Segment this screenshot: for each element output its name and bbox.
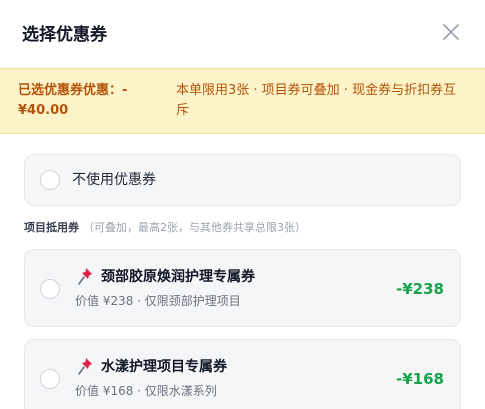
modal-header: 选择优惠券 <box>0 0 485 64</box>
no-coupon-option[interactable]: 不使用优惠券 <box>24 154 461 206</box>
coupon-list: 不使用优惠券 项目抵用券 （可叠加，最高2张，与其他券共享总限3张） 颈部胶原焕润… <box>0 135 485 409</box>
coupon-radio[interactable] <box>40 369 60 389</box>
section-title: 项目抵用券 <box>24 221 79 234</box>
coupon-amount: -¥168 <box>396 370 444 388</box>
coupon-card[interactable]: 水漾护理项目专属券 价值 ¥168 · 仅限水漾系列 -¥168 <box>24 339 461 409</box>
coupon-card[interactable]: 颈部胶原焕润护理专属券 价值 ¥238 · 仅限颈部护理项目 -¥238 <box>24 249 461 327</box>
coupon-amount: -¥238 <box>396 280 444 298</box>
section-header: 项目抵用券 （可叠加，最高2张，与其他券共享总限3张） <box>24 220 306 236</box>
coupon-description: 价值 ¥168 · 仅限水漾系列 <box>75 384 217 398</box>
close-button[interactable] <box>439 20 463 44</box>
coupon-select-modal: 选择优惠券 已选优惠券优惠：-¥40.00 本单限用3张 · 项目券可叠加 · … <box>0 0 485 409</box>
pushpin-icon <box>78 358 92 375</box>
modal-title: 选择优惠券 <box>22 24 107 45</box>
coupon-title: 颈部胶原焕润护理专属券 <box>101 269 255 285</box>
pushpin-icon <box>78 268 92 285</box>
no-coupon-radio[interactable] <box>40 170 60 190</box>
coupon-radio[interactable] <box>40 279 60 299</box>
coupon-description: 价值 ¥238 · 仅限颈部护理项目 <box>75 294 241 308</box>
section-subtitle: （可叠加，最高2张，与其他券共享总限3张） <box>83 221 306 234</box>
close-icon <box>443 24 459 40</box>
selected-discount-text: 已选优惠券优惠：-¥40.00 <box>18 83 128 118</box>
usage-rule-text: 本单限用3张 · 项目券可叠加 · 现金券与折扣券互斥 <box>176 83 457 118</box>
discount-notice-bar: 已选优惠券优惠：-¥40.00 本单限用3张 · 项目券可叠加 · 现金券与折扣… <box>0 68 485 134</box>
coupon-title: 水漾护理项目专属券 <box>101 359 227 375</box>
no-coupon-label: 不使用优惠券 <box>72 172 156 188</box>
